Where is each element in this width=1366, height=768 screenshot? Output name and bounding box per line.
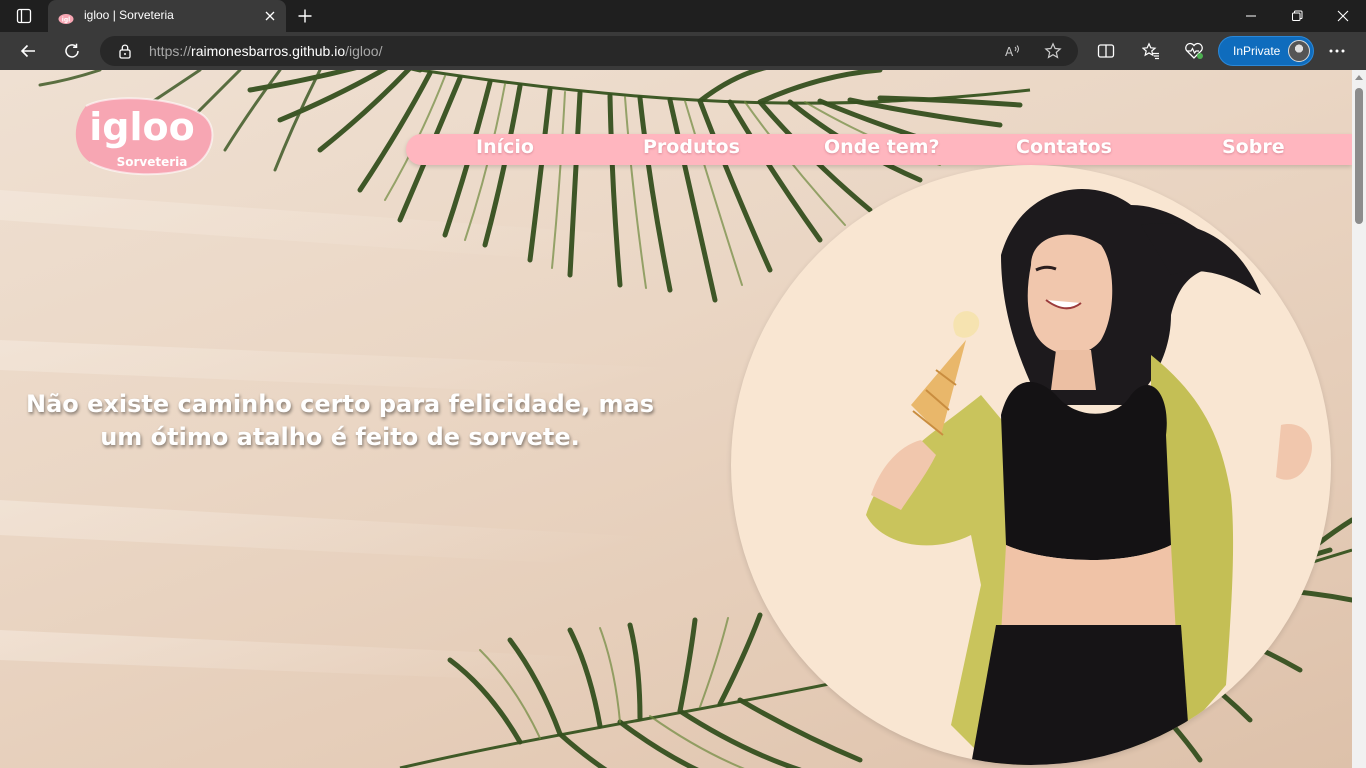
igloo-logo[interactable]: igloo Sorveteria	[72, 96, 216, 176]
logo-graphic: igloo Sorveteria	[75, 97, 214, 176]
page-viewport: igloo Sorveteria Início Produtos Onde te…	[0, 70, 1352, 768]
menu-item-onde-tem[interactable]: Onde tem?	[824, 136, 940, 158]
browser-toolbar: https://raimonesbarros.github.io/igloo/ …	[0, 32, 1366, 70]
scrollbar-thumb[interactable]	[1355, 88, 1363, 224]
avatar	[1288, 40, 1310, 62]
refresh-icon[interactable]	[57, 36, 87, 66]
main-menu: Início Produtos Onde tem? Contatos Sobre	[406, 134, 1352, 165]
svg-text:igloo: igloo	[89, 105, 194, 149]
back-arrow-icon[interactable]	[13, 36, 43, 66]
browser-essentials-icon[interactable]	[1179, 36, 1209, 66]
woman-with-ice-cream-illustration	[866, 189, 1312, 765]
hero-image	[731, 165, 1331, 765]
inprivate-label: InPrivate	[1233, 44, 1281, 58]
plus-icon[interactable]	[294, 6, 316, 26]
url-text: https://raimonesbarros.github.io/igloo/	[149, 43, 383, 59]
favorites-icon[interactable]	[1136, 36, 1166, 66]
site-favicon-icon: igl	[58, 10, 74, 24]
svg-text:igl: igl	[62, 17, 70, 24]
lock-icon[interactable]	[118, 43, 132, 59]
quote-line-2: um ótimo atalho é feito de sorvete.	[100, 423, 580, 451]
tab-strip: igl igloo | Sorveteria	[0, 0, 1366, 32]
vertical-scrollbar[interactable]	[1352, 70, 1366, 768]
svg-text:Sorveteria: Sorveteria	[117, 155, 188, 169]
tab-actions-icon[interactable]	[10, 6, 38, 26]
browser-tab[interactable]: igl igloo | Sorveteria	[48, 0, 286, 32]
svg-text:A: A	[1005, 45, 1014, 59]
read-aloud-icon[interactable]: A	[1003, 41, 1023, 61]
menu-item-sobre[interactable]: Sobre	[1222, 136, 1285, 158]
minimize-icon[interactable]	[1228, 0, 1274, 32]
favorite-star-icon[interactable]	[1043, 41, 1063, 61]
quote-line-1: Não existe caminho certo para felicidade…	[25, 390, 654, 418]
close-icon[interactable]	[262, 8, 278, 24]
tab-title: igloo | Sorveteria	[84, 8, 174, 22]
split-screen-icon[interactable]	[1091, 36, 1121, 66]
close-window-icon[interactable]	[1320, 0, 1366, 32]
more-icon[interactable]	[1322, 36, 1352, 66]
menu-item-contatos[interactable]: Contatos	[1016, 136, 1112, 158]
inprivate-button[interactable]: InPrivate	[1218, 36, 1314, 66]
scroll-up-arrow-icon[interactable]	[1355, 75, 1363, 80]
menu-item-produtos[interactable]: Produtos	[643, 136, 740, 158]
menu-item-inicio[interactable]: Início	[476, 136, 534, 158]
hero-quote: Não existe caminho certo para felicidade…	[10, 388, 670, 454]
address-bar[interactable]: https://raimonesbarros.github.io/igloo/ …	[100, 36, 1078, 66]
restore-icon[interactable]	[1274, 0, 1320, 32]
